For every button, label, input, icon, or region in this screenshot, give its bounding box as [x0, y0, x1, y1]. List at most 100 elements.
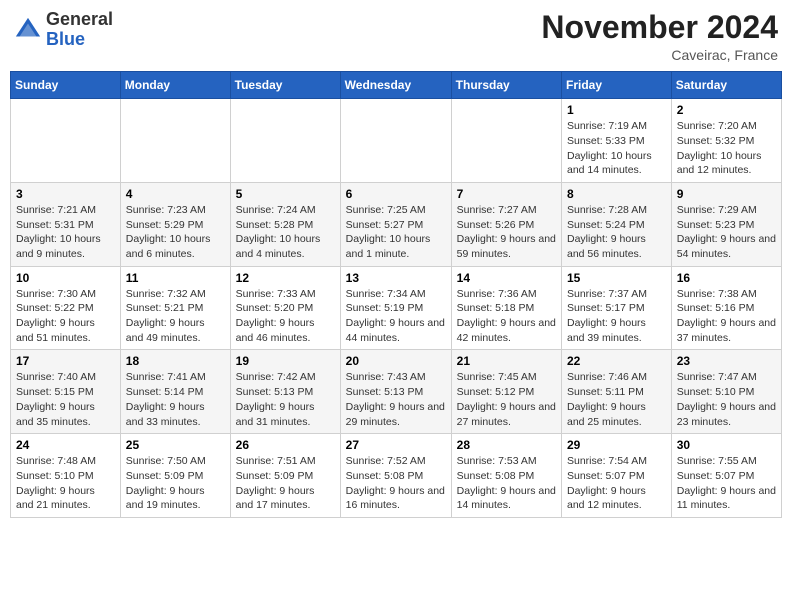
calendar-cell [120, 99, 230, 183]
day-info: Sunrise: 7:28 AM Sunset: 5:24 PM Dayligh… [567, 203, 666, 262]
page-header: General Blue November 2024 Caveirac, Fra… [10, 10, 782, 63]
day-header-sunday: Sunday [11, 72, 121, 99]
month-title: November 2024 [541, 10, 778, 45]
day-number: 6 [346, 187, 446, 201]
calendar-cell: 30 Sunrise: 7:55 AM Sunset: 5:07 PM Dayli… [671, 434, 781, 518]
calendar-cell: 17 Sunrise: 7:40 AM Sunset: 5:15 PM Dayli… [11, 350, 121, 434]
day-info: Sunrise: 7:37 AM Sunset: 5:17 PM Dayligh… [567, 287, 666, 346]
day-number: 8 [567, 187, 666, 201]
day-info: Sunrise: 7:24 AM Sunset: 5:28 PM Dayligh… [236, 203, 335, 262]
logo-icon [14, 16, 42, 44]
calendar-cell: 6Sunrise: 7:25 AM Sunset: 5:27 PM Daylig… [340, 182, 451, 266]
day-info: Sunrise: 7:20 AM Sunset: 5:32 PM Dayligh… [677, 119, 776, 178]
day-info: Sunrise: 7:53 AM Sunset: 5:08 PM Dayligh… [457, 454, 556, 513]
calendar-cell: 10 Sunrise: 7:30 AM Sunset: 5:22 PM Dayli… [11, 266, 121, 350]
calendar-cell: 19Sunrise: 7:42 AM Sunset: 5:13 PM Dayli… [230, 350, 340, 434]
calendar-header: SundayMondayTuesdayWednesdayThursdayFrid… [11, 72, 782, 99]
day-info: Sunrise: 7:19 AM Sunset: 5:33 PM Dayligh… [567, 119, 666, 178]
day-number: 22 [567, 354, 666, 368]
calendar-cell [11, 99, 121, 183]
title-block: November 2024 Caveirac, France [541, 10, 778, 63]
day-number: 1 [567, 103, 666, 117]
day-header-friday: Friday [562, 72, 672, 99]
day-number: 18 [126, 354, 225, 368]
day-number: 25 [126, 438, 225, 452]
calendar-cell: 22 Sunrise: 7:46 AM Sunset: 5:11 PM Dayli… [562, 350, 672, 434]
calendar-cell: 12 Sunrise: 7:33 AM Sunset: 5:20 PM Dayli… [230, 266, 340, 350]
calendar-cell: 15 Sunrise: 7:37 AM Sunset: 5:17 PM Dayli… [562, 266, 672, 350]
day-info: Sunrise: 7:27 AM Sunset: 5:26 PM Dayligh… [457, 203, 556, 262]
day-number: 13 [346, 271, 446, 285]
day-info: Sunrise: 7:41 AM Sunset: 5:14 PM Dayligh… [126, 370, 225, 429]
calendar-cell: 29 Sunrise: 7:54 AM Sunset: 5:07 PM Dayli… [562, 434, 672, 518]
calendar-week-4: 17 Sunrise: 7:40 AM Sunset: 5:15 PM Dayli… [11, 350, 782, 434]
calendar-week-3: 10 Sunrise: 7:30 AM Sunset: 5:22 PM Dayli… [11, 266, 782, 350]
calendar-cell: 9 Sunrise: 7:29 AM Sunset: 5:23 PM Daylig… [671, 182, 781, 266]
day-number: 2 [677, 103, 776, 117]
calendar-week-1: 1 Sunrise: 7:19 AM Sunset: 5:33 PM Daylig… [11, 99, 782, 183]
day-info: Sunrise: 7:54 AM Sunset: 5:07 PM Dayligh… [567, 454, 666, 513]
day-number: 28 [457, 438, 556, 452]
calendar-cell: 13 Sunrise: 7:34 AM Sunset: 5:19 PM Dayli… [340, 266, 451, 350]
day-info: Sunrise: 7:21 AM Sunset: 5:31 PM Dayligh… [16, 203, 115, 262]
calendar-cell: 25 Sunrise: 7:50 AM Sunset: 5:09 PM Dayli… [120, 434, 230, 518]
day-info: Sunrise: 7:36 AM Sunset: 5:18 PM Dayligh… [457, 287, 556, 346]
day-number: 17 [16, 354, 115, 368]
day-header-tuesday: Tuesday [230, 72, 340, 99]
calendar-cell: 5 Sunrise: 7:24 AM Sunset: 5:28 PM Daylig… [230, 182, 340, 266]
logo-text: General Blue [46, 10, 113, 50]
calendar-cell: 23 Sunrise: 7:47 AM Sunset: 5:10 PM Dayli… [671, 350, 781, 434]
calendar-cell [230, 99, 340, 183]
day-info: Sunrise: 7:47 AM Sunset: 5:10 PM Dayligh… [677, 370, 776, 429]
calendar-cell: 24Sunrise: 7:48 AM Sunset: 5:10 PM Dayli… [11, 434, 121, 518]
day-info: Sunrise: 7:50 AM Sunset: 5:09 PM Dayligh… [126, 454, 225, 513]
day-info: Sunrise: 7:46 AM Sunset: 5:11 PM Dayligh… [567, 370, 666, 429]
day-info: Sunrise: 7:30 AM Sunset: 5:22 PM Dayligh… [16, 287, 115, 346]
day-number: 15 [567, 271, 666, 285]
day-number: 9 [677, 187, 776, 201]
day-number: 5 [236, 187, 335, 201]
day-info: Sunrise: 7:34 AM Sunset: 5:19 PM Dayligh… [346, 287, 446, 346]
day-info: Sunrise: 7:33 AM Sunset: 5:20 PM Dayligh… [236, 287, 335, 346]
calendar-cell: 27Sunrise: 7:52 AM Sunset: 5:08 PM Dayli… [340, 434, 451, 518]
calendar-week-5: 24Sunrise: 7:48 AM Sunset: 5:10 PM Dayli… [11, 434, 782, 518]
calendar-cell: 7 Sunrise: 7:27 AM Sunset: 5:26 PM Daylig… [451, 182, 561, 266]
calendar-cell [340, 99, 451, 183]
day-number: 7 [457, 187, 556, 201]
calendar-cell: 28 Sunrise: 7:53 AM Sunset: 5:08 PM Dayli… [451, 434, 561, 518]
logo: General Blue [14, 10, 113, 50]
day-number: 21 [457, 354, 556, 368]
day-number: 23 [677, 354, 776, 368]
calendar-cell: 21 Sunrise: 7:45 AM Sunset: 5:12 PM Dayli… [451, 350, 561, 434]
day-header-monday: Monday [120, 72, 230, 99]
day-number: 12 [236, 271, 335, 285]
calendar-cell: 16Sunrise: 7:38 AM Sunset: 5:16 PM Dayli… [671, 266, 781, 350]
calendar-cell: 20 Sunrise: 7:43 AM Sunset: 5:13 PM Dayli… [340, 350, 451, 434]
day-info: Sunrise: 7:23 AM Sunset: 5:29 PM Dayligh… [126, 203, 225, 262]
calendar-week-2: 3Sunrise: 7:21 AM Sunset: 5:31 PM Daylig… [11, 182, 782, 266]
calendar-cell: 26Sunrise: 7:51 AM Sunset: 5:09 PM Dayli… [230, 434, 340, 518]
day-header-thursday: Thursday [451, 72, 561, 99]
day-info: Sunrise: 7:48 AM Sunset: 5:10 PM Dayligh… [16, 454, 115, 513]
calendar-cell: 2 Sunrise: 7:20 AM Sunset: 5:32 PM Daylig… [671, 99, 781, 183]
day-number: 30 [677, 438, 776, 452]
day-info: Sunrise: 7:29 AM Sunset: 5:23 PM Dayligh… [677, 203, 776, 262]
day-number: 20 [346, 354, 446, 368]
day-number: 29 [567, 438, 666, 452]
day-info: Sunrise: 7:52 AM Sunset: 5:08 PM Dayligh… [346, 454, 446, 513]
day-info: Sunrise: 7:55 AM Sunset: 5:07 PM Dayligh… [677, 454, 776, 513]
day-number: 10 [16, 271, 115, 285]
calendar-table: SundayMondayTuesdayWednesdayThursdayFrid… [10, 71, 782, 518]
day-header-saturday: Saturday [671, 72, 781, 99]
calendar-cell: 3Sunrise: 7:21 AM Sunset: 5:31 PM Daylig… [11, 182, 121, 266]
calendar-cell: 8 Sunrise: 7:28 AM Sunset: 5:24 PM Daylig… [562, 182, 672, 266]
calendar-cell: 14Sunrise: 7:36 AM Sunset: 5:18 PM Dayli… [451, 266, 561, 350]
day-info: Sunrise: 7:32 AM Sunset: 5:21 PM Dayligh… [126, 287, 225, 346]
calendar-cell: 11Sunrise: 7:32 AM Sunset: 5:21 PM Dayli… [120, 266, 230, 350]
day-info: Sunrise: 7:42 AM Sunset: 5:13 PM Dayligh… [236, 370, 335, 429]
day-info: Sunrise: 7:43 AM Sunset: 5:13 PM Dayligh… [346, 370, 446, 429]
day-number: 4 [126, 187, 225, 201]
day-info: Sunrise: 7:40 AM Sunset: 5:15 PM Dayligh… [16, 370, 115, 429]
day-number: 26 [236, 438, 335, 452]
day-info: Sunrise: 7:45 AM Sunset: 5:12 PM Dayligh… [457, 370, 556, 429]
